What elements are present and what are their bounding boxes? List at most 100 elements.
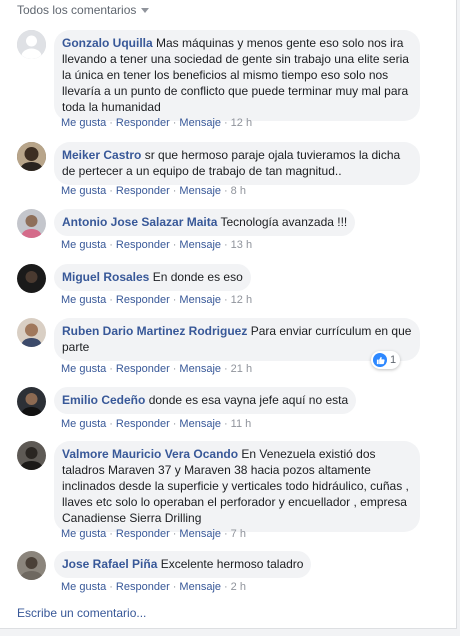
message-link[interactable]: Mensaje [179, 239, 221, 251]
avatar[interactable] [17, 264, 46, 293]
reply-link[interactable]: Responder [116, 294, 170, 306]
comment-timestamp[interactable]: 11 h [231, 418, 252, 430]
reply-link[interactable]: Responder [116, 363, 170, 375]
comment-actions: Me gusta · Responder · Mensaje · 11 h [61, 417, 251, 431]
comment-author[interactable]: Meiker Castro [62, 148, 141, 162]
reply-link[interactable]: Responder [116, 581, 170, 593]
message-link[interactable]: Mensaje [179, 581, 221, 593]
like-link[interactable]: Me gusta [61, 581, 106, 593]
comment-bubble: Ruben Dario Martinez Rodriguez Para envi… [54, 318, 420, 361]
comment-author[interactable]: Emilio Cedeño [62, 393, 145, 407]
comment-bubble: Gonzalo Uquilla Mas máquinas y menos gen… [54, 30, 420, 121]
separator: · [172, 363, 177, 375]
avatar-photo [17, 441, 46, 470]
avatar-photo [17, 209, 46, 238]
separator: · [109, 294, 113, 306]
avatar-photo [17, 387, 46, 416]
avatar[interactable] [17, 142, 46, 171]
like-link[interactable]: Me gusta [61, 528, 106, 540]
separator: · [224, 528, 228, 540]
separator: · [109, 117, 113, 129]
avatar-photo [17, 551, 46, 580]
like-link[interactable]: Me gusta [61, 363, 106, 375]
separator: · [172, 294, 177, 306]
like-link[interactable]: Me gusta [61, 117, 106, 129]
comment-bubble: Valmore Mauricio Vera Ocando En Venezuel… [54, 441, 420, 532]
default-avatar-icon [17, 30, 46, 59]
separator: · [224, 294, 228, 306]
comment-text: En donde es eso [152, 270, 243, 284]
comment-author[interactable]: Ruben Dario Martinez Rodriguez [62, 324, 247, 338]
comment-timestamp[interactable]: 7 h [231, 528, 246, 540]
reply-link[interactable]: Responder [116, 418, 170, 430]
comment-actions: Me gusta · Responder · Mensaje · 13 h [61, 238, 252, 252]
separator: · [224, 363, 228, 375]
comment-actions: Me gusta · Responder · Mensaje · 12 h [61, 293, 252, 307]
like-link[interactable]: Me gusta [61, 239, 106, 251]
avatar[interactable] [17, 441, 46, 470]
caret-down-icon [141, 8, 150, 14]
message-link[interactable]: Mensaje [179, 418, 221, 430]
avatar-photo [17, 142, 46, 171]
reply-link[interactable]: Responder [116, 528, 170, 540]
reply-link[interactable]: Responder [116, 239, 170, 251]
avatar[interactable] [17, 387, 46, 416]
separator: · [224, 239, 228, 251]
message-link[interactable]: Mensaje [179, 363, 221, 375]
message-link[interactable]: Mensaje [179, 528, 221, 540]
comment-timestamp[interactable]: 21 h [231, 363, 252, 375]
comment-timestamp[interactable]: 2 h [231, 581, 246, 593]
separator: · [172, 581, 177, 593]
reply-link[interactable]: Responder [116, 117, 170, 129]
avatar[interactable] [17, 318, 46, 347]
separator: · [172, 528, 177, 540]
comment-bubble: Antonio Jose Salazar Maita Tecnología av… [54, 209, 356, 236]
comment-bubble: Miguel Rosales En donde es eso [54, 264, 251, 291]
comments-panel: Todos los comentarios Gonzalo Uquilla Ma… [0, 0, 457, 629]
separator: · [172, 185, 177, 197]
like-link[interactable]: Me gusta [61, 185, 106, 197]
comment-actions: Me gusta · Responder · Mensaje · 7 h [61, 527, 246, 541]
sort-comments-dropdown[interactable]: Todos los comentarios [17, 2, 150, 18]
message-link[interactable]: Mensaje [179, 185, 221, 197]
separator: · [224, 185, 228, 197]
comment-timestamp[interactable]: 8 h [231, 185, 246, 197]
comment-author[interactable]: Miguel Rosales [62, 270, 149, 284]
comment-actions: Me gusta · Responder · Mensaje · 12 h [61, 116, 252, 130]
comment-actions: Me gusta · Responder · Mensaje · 21 h [61, 362, 252, 376]
like-link[interactable]: Me gusta [61, 418, 106, 430]
comment-bubble: Meiker Castro sr que hermoso paraje ojal… [54, 142, 420, 185]
like-thumb-icon [373, 353, 387, 367]
avatar-photo [17, 318, 46, 347]
separator: · [172, 418, 177, 430]
avatar-photo [17, 264, 46, 293]
avatar[interactable] [17, 209, 46, 238]
separator: · [224, 581, 228, 593]
separator: · [109, 363, 113, 375]
comment-author[interactable]: Jose Rafael Piña [62, 557, 157, 571]
comment-timestamp[interactable]: 12 h [231, 294, 252, 306]
like-link[interactable]: Me gusta [61, 294, 106, 306]
sort-label: Todos los comentarios [17, 3, 137, 17]
comment-text: donde es esa vayna jefe aquí no esta [148, 393, 349, 407]
comment-text: Tecnología avanzada !!! [220, 215, 348, 229]
avatar[interactable] [17, 30, 46, 59]
separator: · [172, 239, 177, 251]
reply-link[interactable]: Responder [116, 185, 170, 197]
reactions-badge[interactable]: 1 [371, 351, 401, 369]
avatar[interactable] [17, 551, 46, 580]
message-link[interactable]: Mensaje [179, 294, 221, 306]
separator: · [224, 418, 228, 430]
comment-author[interactable]: Gonzalo Uquilla [62, 36, 153, 50]
comment-bubble: Jose Rafael Piña Excelente hermoso talad… [54, 551, 312, 578]
message-link[interactable]: Mensaje [179, 117, 221, 129]
separator: · [172, 117, 177, 129]
comment-author[interactable]: Valmore Mauricio Vera Ocando [62, 447, 238, 461]
separator: · [109, 185, 113, 197]
comment-actions: Me gusta · Responder · Mensaje · 8 h [61, 184, 246, 198]
comment-timestamp[interactable]: 13 h [231, 239, 252, 251]
write-comment-link[interactable]: Escribe un comentario... [17, 606, 146, 620]
comment-author[interactable]: Antonio Jose Salazar Maita [62, 215, 217, 229]
comment-timestamp[interactable]: 12 h [231, 117, 252, 129]
comment-actions: Me gusta · Responder · Mensaje · 2 h [61, 580, 246, 594]
